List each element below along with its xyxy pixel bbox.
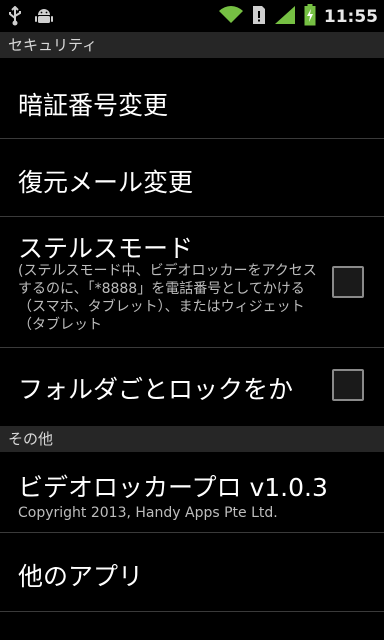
- signal-icon: [274, 5, 296, 29]
- setting-change-mail[interactable]: 復元メール変更: [0, 139, 384, 216]
- setting-title: 他のアプリ: [18, 562, 144, 591]
- status-bar: 11:55: [0, 0, 384, 32]
- setting-summary: (ステルスモード中、ビデオロッカーをアクセスするのに、「*8888」を電話番号と…: [18, 263, 317, 333]
- section-header-label: セキュリティ: [8, 36, 98, 54]
- android-icon: [34, 6, 54, 30]
- stealth-mode-checkbox[interactable]: [332, 266, 364, 298]
- setting-app-info[interactable]: ビデオロッカープロ v1.0.3 Copyright 2013, Handy A…: [0, 452, 384, 532]
- setting-other-apps[interactable]: 他のアプリ: [0, 533, 384, 611]
- setting-title: ビデオロッカープロ v1.0.3: [18, 473, 328, 502]
- setting-title: フォルダごとロックをか: [18, 375, 294, 404]
- section-header-security: セキュリティ: [0, 32, 384, 58]
- setting-change-pin[interactable]: 暗証番号変更: [0, 58, 384, 138]
- setting-title: 暗証番号変更: [18, 91, 169, 120]
- setting-title: ステルスモード: [18, 234, 194, 263]
- lock-folder-checkbox[interactable]: [332, 369, 364, 401]
- sim-icon: [252, 5, 266, 29]
- setting-lock-folder[interactable]: フォルダごとロックをか: [0, 348, 384, 426]
- setting-stealth-mode[interactable]: ステルスモード (ステルスモード中、ビデオロッカーをアクセスするのに、「*888…: [0, 217, 384, 347]
- section-header-label: その他: [8, 430, 54, 448]
- usb-icon: [8, 5, 22, 30]
- battery-icon: [304, 4, 316, 30]
- list-bottom: [0, 612, 384, 640]
- setting-summary: Copyright 2013, Handy Apps Pte Ltd.: [18, 505, 278, 521]
- status-time: 11:55: [323, 7, 378, 27]
- wifi-icon: [218, 5, 244, 29]
- setting-title: 復元メール変更: [18, 168, 194, 197]
- section-header-other: その他: [0, 426, 384, 452]
